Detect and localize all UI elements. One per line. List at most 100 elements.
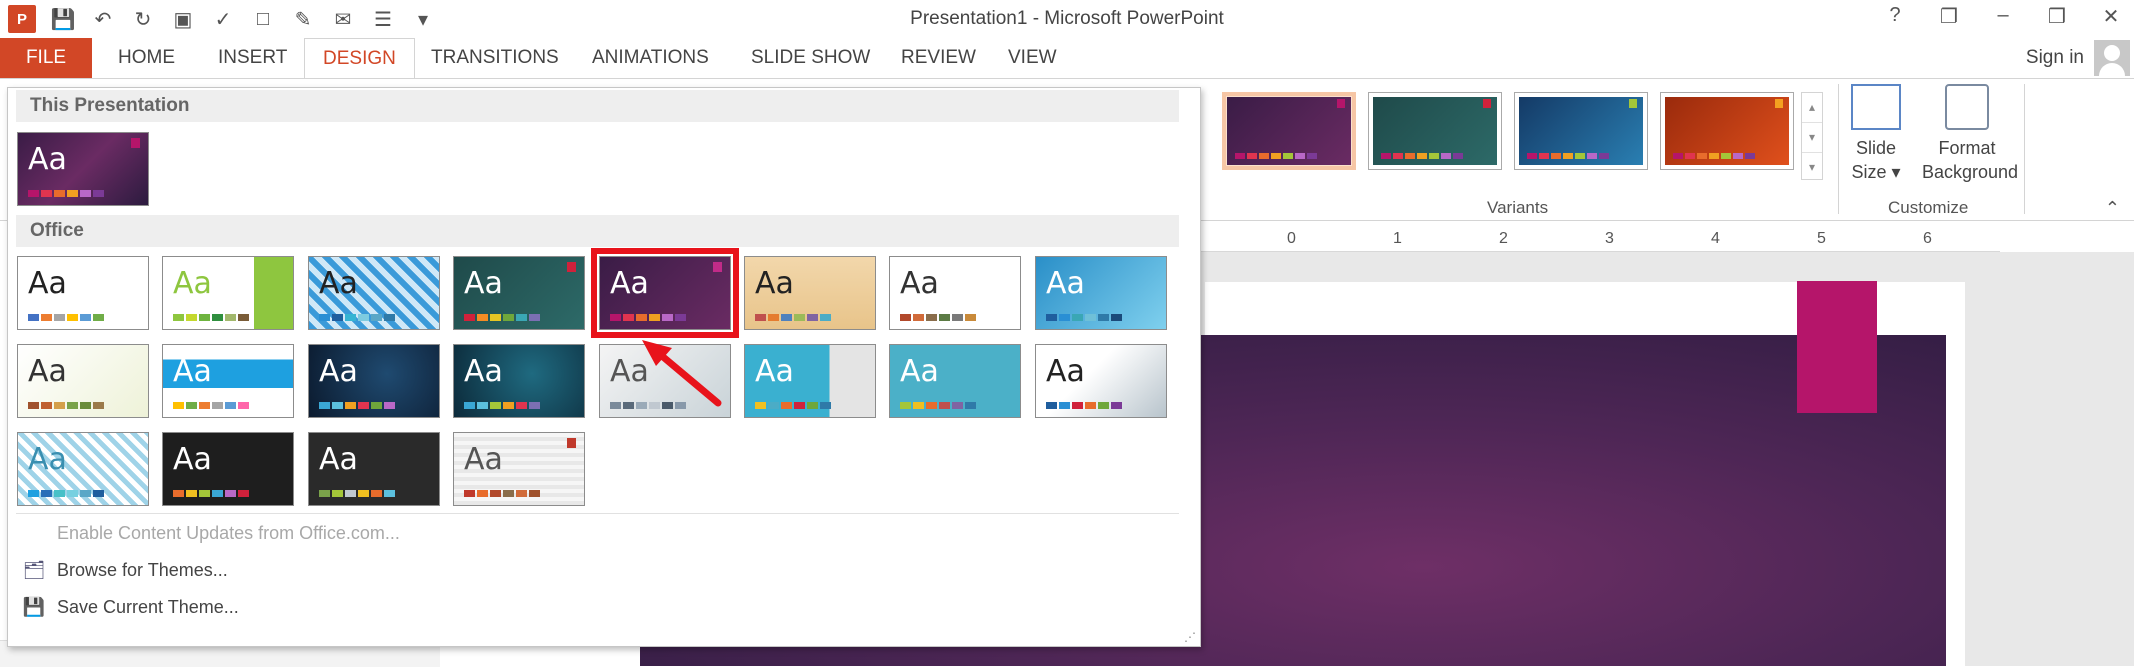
group-separator: [1838, 84, 1839, 214]
variant-color-bars: [1235, 153, 1317, 159]
enable-content-updates-item: Enable Content Updates from Office.com..…: [57, 523, 400, 543]
theme-thumbnail[interactable]: Aa: [889, 344, 1021, 418]
theme-color-bars: [1046, 402, 1122, 409]
theme-sample-text: Aa: [28, 142, 67, 177]
theme-thumbnail[interactable]: Aa: [591, 248, 739, 338]
theme-sample-text: Aa: [28, 442, 67, 477]
tab-file[interactable]: FILE: [0, 38, 92, 78]
theme-sample-text: Aa: [610, 266, 649, 301]
close-icon[interactable]: ✕: [2098, 4, 2124, 29]
tab-home[interactable]: HOME: [100, 38, 193, 78]
variant-thumbnail[interactable]: [1222, 92, 1356, 170]
format-background-icon: [1945, 84, 1989, 130]
ribbon-display-options-icon[interactable]: ❐: [1936, 4, 1962, 29]
slide-size-button[interactable]: Slide Size ▾: [1848, 84, 1904, 184]
theme-sample-text: Aa: [28, 354, 67, 389]
format-background-button[interactable]: Format Background: [1922, 84, 2018, 184]
help-icon[interactable]: ?: [1882, 4, 1908, 29]
theme-color-bars: [319, 314, 395, 321]
theme-color-bars: [319, 490, 395, 497]
theme-thumbnail[interactable]: Aa: [744, 256, 876, 330]
theme-thumbnail[interactable]: Aa: [17, 256, 149, 330]
more-variants-icon[interactable]: ▾: [1802, 153, 1822, 181]
browse-for-themes-item[interactable]: Browse for Themes...: [57, 560, 228, 581]
save-current-theme-item[interactable]: Save Current Theme...: [57, 597, 239, 618]
theme-thumbnail[interactable]: Aa: [744, 344, 876, 418]
scroll-up-icon[interactable]: ▴: [1802, 93, 1822, 123]
theme-accent: [131, 138, 140, 148]
theme-thumbnail[interactable]: Aa: [308, 256, 440, 330]
current-theme-thumbnail[interactable]: Aa: [17, 132, 149, 206]
tab-transitions[interactable]: TRANSITIONS: [413, 38, 577, 78]
theme-thumbnail[interactable]: Aa: [17, 344, 149, 418]
theme-sample-text: Aa: [1046, 266, 1085, 301]
scroll-down-icon[interactable]: ▾: [1802, 123, 1822, 153]
customize-group-label: Customize: [1888, 198, 1969, 217]
tab-insert[interactable]: INSERT: [200, 38, 305, 78]
theme-color-bars: [464, 314, 540, 321]
resize-grip-icon[interactable]: ⋰: [1184, 630, 1196, 644]
theme-color-bars: [610, 402, 686, 409]
theme-thumbnail[interactable]: Aa: [308, 344, 440, 418]
theme-thumbnail[interactable]: Aa: [162, 344, 294, 418]
theme-sample-text: Aa: [1046, 354, 1085, 389]
variant-color-bars: [1673, 153, 1755, 159]
window-title: Presentation1 - Microsoft PowerPoint: [910, 8, 1224, 29]
theme-thumbnail[interactable]: Aa: [162, 432, 294, 506]
theme-thumbnail[interactable]: Aa: [308, 432, 440, 506]
restore-icon[interactable]: ❒: [2044, 4, 2070, 29]
variant-thumbnail[interactable]: [1660, 92, 1794, 170]
theme-color-bars: [28, 314, 104, 321]
menu-separator: [16, 513, 1179, 514]
theme-color-bars: [900, 402, 976, 409]
variant-preview: [1227, 97, 1351, 165]
minimize-icon[interactable]: –: [1990, 4, 2016, 29]
ruler-mark: 5: [1817, 230, 1826, 247]
theme-color-bars: [755, 402, 831, 409]
theme-thumbnail[interactable]: Aa: [453, 256, 585, 330]
theme-accent: [567, 438, 576, 448]
variant-accent: [1629, 99, 1637, 108]
avatar[interactable]: [2094, 40, 2130, 76]
variant-preview: [1519, 97, 1643, 165]
section-office: Office: [16, 215, 1179, 247]
theme-sample-text: Aa: [319, 266, 358, 301]
theme-thumbnail[interactable]: Aa: [453, 344, 585, 418]
theme-thumbnail[interactable]: Aa: [17, 432, 149, 506]
sign-in-link[interactable]: Sign in: [2026, 47, 2084, 69]
variant-accent: [1775, 99, 1783, 108]
theme-color-bars: [464, 402, 540, 409]
theme-sample-text: Aa: [319, 354, 358, 389]
theme-accent: [713, 262, 722, 272]
tab-design[interactable]: DESIGN: [304, 38, 415, 79]
theme-thumbnail[interactable]: Aa: [453, 432, 585, 506]
theme-thumbnail[interactable]: Aa: [162, 256, 294, 330]
section-this-presentation: This Presentation: [16, 90, 1179, 122]
variant-thumbnail[interactable]: [1368, 92, 1502, 170]
ruler-mark: 4: [1711, 230, 1720, 247]
variant-preview: [1665, 97, 1789, 165]
horizontal-ruler: 0 1 2 3 4 5 6: [1195, 229, 2000, 252]
title-bar: P 💾 ↶ ↻ ▣ ✓ □ ✎ ✉ ☰ ▾ Presentation1 - Microsoft P…: [0, 0, 2134, 38]
tab-animations[interactable]: ANIMATIONS: [574, 38, 727, 78]
variant-color-bars: [1527, 153, 1609, 159]
variant-preview: [1373, 97, 1497, 165]
group-separator: [2024, 84, 2025, 214]
tab-review[interactable]: REVIEW: [883, 38, 994, 78]
tab-slide-show[interactable]: SLIDE SHOW: [733, 38, 888, 78]
tab-view[interactable]: VIEW: [990, 38, 1075, 78]
theme-thumbnail[interactable]: Aa: [1035, 344, 1167, 418]
theme-thumbnail[interactable]: Aa: [599, 344, 731, 418]
theme-thumbnail[interactable]: Aa: [889, 256, 1021, 330]
theme-color-bars: [319, 402, 395, 409]
collapse-ribbon-icon[interactable]: ⌃: [2105, 198, 2120, 219]
window-controls: ? ❐ – ❒ ✕: [1882, 4, 2124, 29]
variants-scroll[interactable]: ▴ ▾ ▾: [1801, 92, 1823, 180]
theme-sample-text: Aa: [173, 266, 212, 301]
theme-sample-text: Aa: [319, 442, 358, 477]
theme-thumbnail[interactable]: Aa: [1035, 256, 1167, 330]
theme-color-bars: [1046, 314, 1122, 321]
variant-thumbnail[interactable]: [1514, 92, 1648, 170]
theme-sample-text: Aa: [28, 266, 67, 301]
ruler-mark: 1: [1393, 230, 1402, 247]
